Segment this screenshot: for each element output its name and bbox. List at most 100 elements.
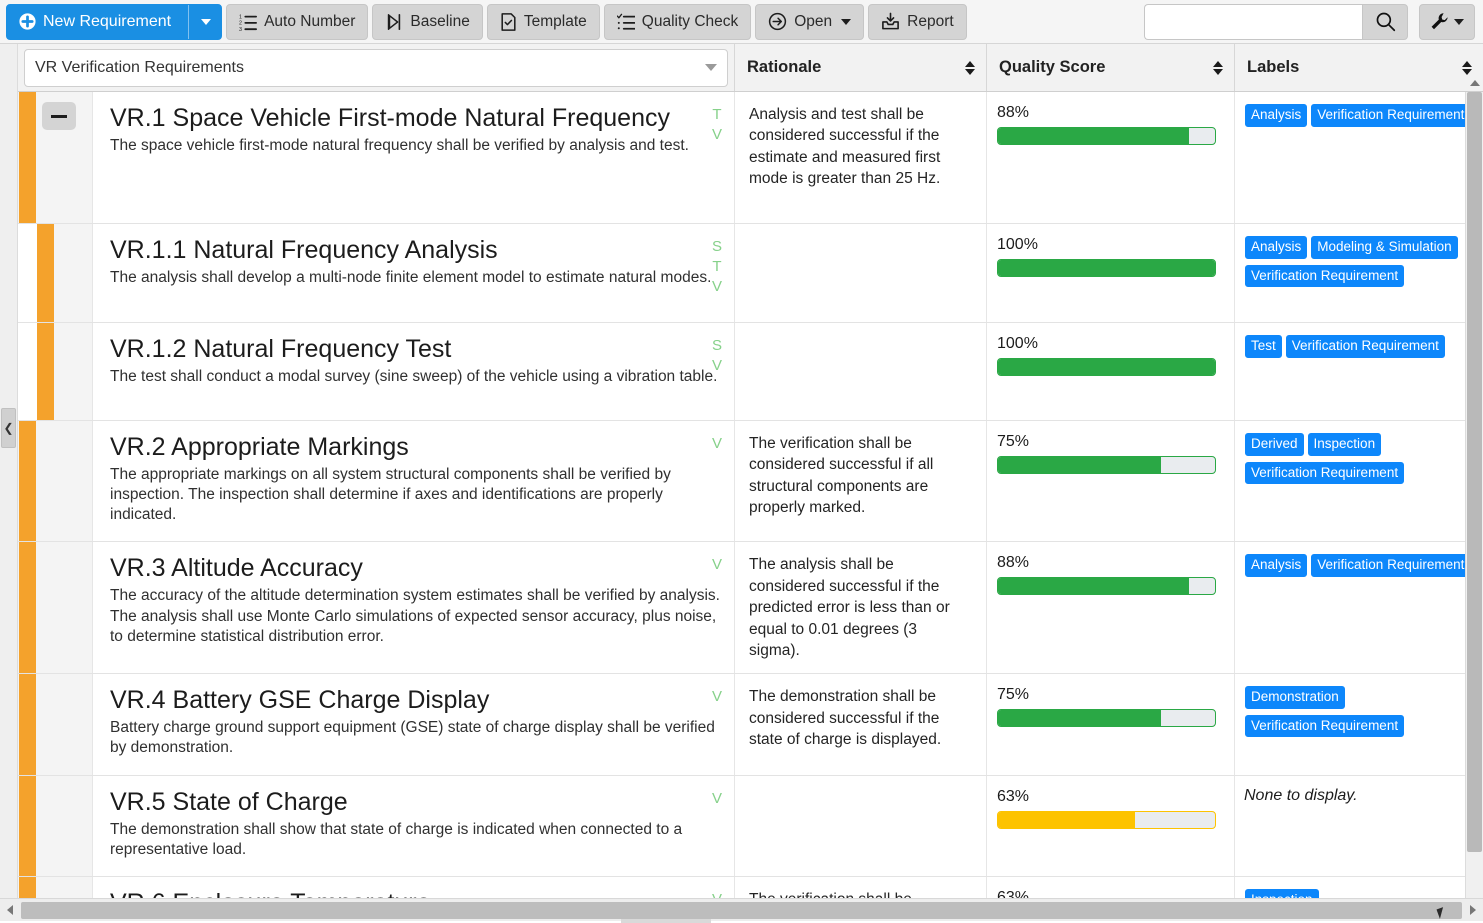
quality-score-cell[interactable]: 88% xyxy=(987,92,1235,223)
sort-toggle-quality-score[interactable] xyxy=(1213,61,1223,75)
label-pill[interactable]: Verification Requirement xyxy=(1244,264,1405,289)
label-pill[interactable]: Demonstration xyxy=(1244,685,1346,710)
label-pill[interactable]: Analysis xyxy=(1244,235,1308,260)
row-indent-cell xyxy=(18,542,93,673)
requirement-description: The demonstration shall show that state … xyxy=(110,820,720,860)
labels-cell[interactable]: None to display. xyxy=(1235,776,1483,876)
column-header-quality-score[interactable]: Quality Score xyxy=(987,44,1235,91)
quality-score-cell[interactable]: 100% xyxy=(987,323,1235,420)
column-header-title: VR Verification Requirements xyxy=(18,44,735,91)
label-pill[interactable]: Verification Requirement xyxy=(1310,103,1471,128)
search-input[interactable] xyxy=(1144,4,1362,40)
quality-check-button[interactable]: Quality Check xyxy=(604,4,751,40)
baseline-button[interactable]: Baseline xyxy=(372,4,482,40)
label-pill[interactable]: Test xyxy=(1244,334,1283,359)
search-button[interactable] xyxy=(1362,4,1408,40)
quality-score-progress-fill xyxy=(998,578,1189,594)
checklist-icon xyxy=(617,13,635,31)
tools-menu-button[interactable] xyxy=(1419,4,1475,40)
quality-score-cell[interactable]: 88% xyxy=(987,542,1235,673)
horizontal-scroll-thumb[interactable] xyxy=(21,902,1462,919)
column-header-rationale[interactable]: Rationale xyxy=(735,44,987,91)
new-requirement-button[interactable]: New Requirement xyxy=(6,4,222,40)
label-pill[interactable]: Verification Requirement xyxy=(1285,334,1446,359)
table-row[interactable]: VR.2 Appropriate MarkingsThe appropriate… xyxy=(18,421,1483,542)
scroll-right-arrow-icon[interactable] xyxy=(1463,899,1483,922)
new-requirement-dropdown[interactable] xyxy=(188,5,211,39)
rationale-cell[interactable]: The analysis shall be considered success… xyxy=(735,542,987,673)
new-requirement-label: New Requirement xyxy=(43,13,171,31)
label-pill[interactable]: Verification Requirement xyxy=(1310,553,1471,578)
quality-score-progressbar xyxy=(997,456,1216,474)
requirement-cell[interactable]: VR.4 Battery GSE Charge DisplayBattery c… xyxy=(93,674,735,774)
scroll-up-arrow-icon[interactable] xyxy=(1466,74,1483,92)
label-pill[interactable]: Analysis xyxy=(1244,553,1308,578)
vertical-scrollbar[interactable] xyxy=(1465,92,1483,921)
requirements-grid: ❮ VR Verification Requirements Rationale… xyxy=(0,44,1483,921)
requirements-view-select[interactable]: VR Verification Requirements xyxy=(24,49,728,87)
quality-score-progress-fill xyxy=(998,128,1189,144)
rationale-cell[interactable]: Analysis and test shall be considered su… xyxy=(735,92,987,223)
requirement-description: The accuracy of the altitude determinati… xyxy=(110,586,720,646)
verification-flag: V xyxy=(712,555,722,575)
collapse-panel-handle[interactable]: ❮ xyxy=(1,408,16,448)
rationale-cell[interactable]: The verification shall be considered suc… xyxy=(735,421,987,541)
table-row[interactable]: VR.4 Battery GSE Charge DisplayBattery c… xyxy=(18,674,1483,775)
label-pill[interactable]: Modeling & Simulation xyxy=(1310,235,1458,260)
requirement-cell[interactable]: VR.5 State of ChargeThe demonstration sh… xyxy=(93,776,735,876)
labels-cell[interactable]: Demonstration Verification Requirement xyxy=(1235,674,1483,774)
quality-score-cell[interactable]: 75% xyxy=(987,674,1235,774)
left-gutter: ❮ xyxy=(0,44,18,921)
auto-number-button[interactable]: 123 Auto Number xyxy=(226,4,368,40)
quality-score-value: 88% xyxy=(997,554,1216,572)
requirement-cell[interactable]: VR.3 Altitude AccuracyThe accuracy of th… xyxy=(93,542,735,673)
labels-cell[interactable]: AnalysisVerification Requirement xyxy=(1235,92,1483,223)
labels-cell[interactable]: AnalysisVerification Requirement xyxy=(1235,542,1483,673)
horizontal-scrollbar[interactable] xyxy=(0,898,1483,921)
table-row[interactable]: VR.1.1 Natural Frequency AnalysisThe ana… xyxy=(18,224,1483,323)
label-pill[interactable]: Analysis xyxy=(1244,103,1308,128)
rationale-cell[interactable]: The demonstration shall be considered su… xyxy=(735,674,987,774)
column-header-labels[interactable]: Labels xyxy=(1235,44,1483,91)
minus-square-icon[interactable] xyxy=(42,102,76,130)
sort-toggle-rationale[interactable] xyxy=(965,61,975,75)
quality-score-cell[interactable]: 100% xyxy=(987,224,1235,322)
requirement-description: The appropriate markings on all system s… xyxy=(110,465,720,525)
labels-cell[interactable]: TestVerification Requirement xyxy=(1235,323,1483,420)
label-pill[interactable]: Verification Requirement xyxy=(1244,714,1405,739)
sort-toggle-labels[interactable] xyxy=(1462,61,1472,75)
rationale-cell[interactable] xyxy=(735,323,987,420)
template-button[interactable]: Template xyxy=(487,4,600,40)
label-pill[interactable]: Inspection xyxy=(1307,432,1383,457)
table-row[interactable]: VR.3 Altitude AccuracyThe accuracy of th… xyxy=(18,542,1483,674)
table-row[interactable]: VR.1 Space Vehicle First-mode Natural Fr… xyxy=(18,92,1483,224)
quality-score-value: 75% xyxy=(997,433,1216,451)
requirement-title: VR.1.1 Natural Frequency Analysis xyxy=(110,236,720,265)
label-pill[interactable]: Verification Requirement xyxy=(1244,461,1405,486)
auto-number-label: Auto Number xyxy=(264,13,355,31)
row-level-bar xyxy=(37,323,54,420)
requirement-cell[interactable]: VR.1.2 Natural Frequency TestThe test sh… xyxy=(93,323,735,420)
requirement-cell[interactable]: VR.2 Appropriate MarkingsThe appropriate… xyxy=(93,421,735,541)
quality-score-value: 100% xyxy=(997,335,1216,353)
requirement-description: The test shall conduct a modal survey (s… xyxy=(110,367,720,387)
open-button[interactable]: Open xyxy=(755,4,864,40)
quality-score-cell[interactable]: 63% xyxy=(987,776,1235,876)
table-row[interactable]: VR.1.2 Natural Frequency TestThe test sh… xyxy=(18,323,1483,421)
labels-cell[interactable]: DerivedInspection Verification Requiremen… xyxy=(1235,421,1483,541)
scroll-left-arrow-icon[interactable] xyxy=(0,899,20,922)
requirement-title: VR.1 Space Vehicle First-mode Natural Fr… xyxy=(110,104,720,133)
report-button[interactable]: Report xyxy=(868,4,967,40)
rationale-cell[interactable] xyxy=(735,776,987,876)
vertical-scroll-thumb[interactable] xyxy=(1467,92,1482,852)
quality-score-value: 100% xyxy=(997,236,1216,254)
requirement-cell[interactable]: VR.1.1 Natural Frequency AnalysisThe ana… xyxy=(93,224,735,322)
grid-header-row: VR Verification Requirements Rationale Q… xyxy=(18,44,1483,92)
requirement-cell[interactable]: VR.1 Space Vehicle First-mode Natural Fr… xyxy=(93,92,735,223)
label-pill[interactable]: Derived xyxy=(1244,432,1305,457)
quality-score-cell[interactable]: 75% xyxy=(987,421,1235,541)
row-level-bar xyxy=(19,542,36,673)
rationale-cell[interactable] xyxy=(735,224,987,322)
labels-cell[interactable]: AnalysisModeling & Simulation Verificatio… xyxy=(1235,224,1483,322)
table-row[interactable]: VR.5 State of ChargeThe demonstration sh… xyxy=(18,776,1483,877)
